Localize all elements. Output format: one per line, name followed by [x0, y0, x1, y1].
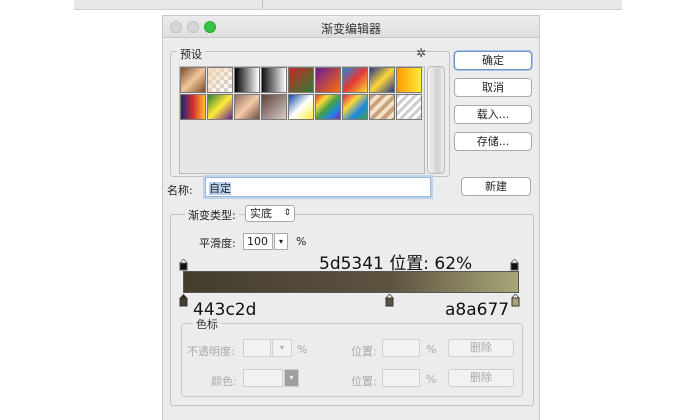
name-label: 名称: — [167, 184, 193, 197]
smoothness-input[interactable]: 100 — [243, 233, 273, 250]
ok-button[interactable]: 确定 — [454, 51, 532, 70]
opacity-delete-button[interactable]: 删除 — [448, 339, 514, 357]
opacity-location-unit: % — [426, 343, 437, 356]
preset-swatch-grid — [179, 66, 425, 174]
opacity-stop-left[interactable] — [179, 259, 188, 271]
preset-swatch[interactable] — [180, 67, 206, 93]
preset-swatch[interactable] — [396, 94, 422, 120]
color-delete-button[interactable]: 删除 — [448, 369, 514, 387]
annotation-right-color: a8a677 — [445, 300, 510, 320]
color-dropdown[interactable]: ▾ — [284, 369, 299, 387]
preset-swatch[interactable] — [261, 94, 287, 120]
opacity-stop-right[interactable] — [510, 259, 519, 271]
preset-swatch[interactable] — [315, 67, 341, 93]
color-stop-left[interactable] — [179, 294, 188, 307]
preset-swatch[interactable] — [234, 94, 260, 120]
preset-swatch[interactable] — [180, 94, 206, 120]
gradient-type-value: 实底 — [250, 207, 272, 220]
opacity-location-label: 位置: — [351, 345, 377, 358]
preset-swatch[interactable] — [342, 67, 368, 93]
preset-swatch[interactable] — [234, 67, 260, 93]
color-stop-right[interactable] — [511, 294, 520, 307]
presets-label: 预设 — [177, 46, 205, 62]
preset-swatch[interactable] — [369, 94, 395, 120]
gradient-type-label: 渐变类型: — [185, 207, 239, 223]
preset-swatch[interactable] — [369, 67, 395, 93]
color-location-input[interactable] — [382, 369, 420, 387]
gear-icon[interactable]: ✲ — [416, 46, 426, 60]
preset-swatch[interactable] — [288, 94, 314, 120]
color-stop-mid[interactable] — [385, 294, 394, 307]
load-button[interactable]: 载入... — [454, 105, 532, 124]
gradient-type-select[interactable]: 实底 ⇕ — [245, 205, 295, 222]
cancel-button[interactable]: 取消 — [454, 78, 532, 97]
titlebar: 渐变编辑器 — [163, 16, 539, 38]
color-location-label: 位置: — [351, 375, 377, 388]
save-button[interactable]: 存储... — [454, 132, 532, 151]
smoothness-dropdown[interactable]: ▾ — [274, 233, 288, 250]
gradient-preview-bar[interactable] — [183, 271, 519, 293]
updown-arrow-icon: ⇕ — [283, 208, 291, 218]
background-toolbar — [74, 0, 622, 10]
presets-scrollbar[interactable] — [427, 66, 445, 174]
color-location-unit: % — [426, 373, 437, 386]
name-value: 自定 — [209, 182, 231, 195]
preset-swatch[interactable] — [396, 67, 422, 93]
color-label: 颜色: — [211, 375, 237, 388]
smoothness-unit: % — [296, 235, 307, 248]
preset-swatch[interactable] — [261, 67, 287, 93]
gradient-editor-window: 渐变编辑器 预设 ✲ 确定 取消 载入... 存储... 新建 名称: 自定 渐… — [162, 15, 540, 420]
opacity-input[interactable] — [243, 339, 271, 357]
toolbar-divider — [262, 0, 263, 9]
opacity-dropdown[interactable]: ▾ — [272, 339, 292, 357]
new-button[interactable]: 新建 — [461, 177, 531, 196]
preset-swatch[interactable] — [207, 67, 233, 93]
preset-swatch[interactable] — [288, 67, 314, 93]
color-swatch[interactable] — [243, 369, 283, 387]
opacity-label: 不透明度: — [187, 345, 235, 358]
color-stops-label: 色标 — [193, 316, 221, 332]
presets-group — [170, 51, 450, 177]
preset-swatch[interactable] — [342, 94, 368, 120]
preset-swatch[interactable] — [315, 94, 341, 120]
smoothness-label: 平滑度: — [199, 237, 236, 250]
name-field[interactable]: 自定 — [205, 177, 431, 197]
opacity-unit: % — [297, 343, 308, 356]
window-title: 渐变编辑器 — [320, 22, 381, 36]
opacity-location-input[interactable] — [382, 339, 420, 357]
preset-swatch[interactable] — [207, 94, 233, 120]
